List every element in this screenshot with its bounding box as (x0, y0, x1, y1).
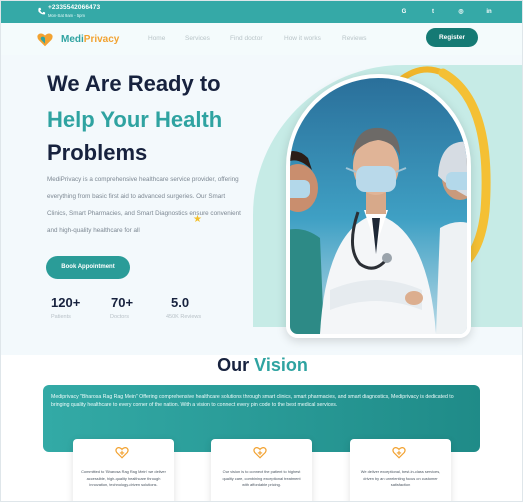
linkedin-icon[interactable]: in (483, 6, 495, 18)
book-appointment-button[interactable]: Book Appointment (46, 256, 130, 279)
stat-reviews-value: 5.0 (171, 295, 190, 310)
stat-reviews-label: 450K Reviews (166, 314, 202, 320)
twitter-icon[interactable]: t (427, 6, 439, 18)
heart-plus-icon (253, 447, 267, 459)
nav-link-home[interactable]: Home (148, 35, 165, 42)
vision-heading: Our Vision (1, 355, 522, 376)
phone-number[interactable]: +2335542066473 (48, 4, 100, 11)
vision-card-3: We deliver exceptional, best-in-class se… (350, 439, 451, 501)
vision-banner-text: Mediprivacy "Bharosa Rag Rag Mein" Offer… (51, 394, 454, 408)
vision-heading-our: Our (217, 355, 250, 375)
instagram-icon[interactable]: ◎ (455, 6, 467, 18)
stat-patients-label: Patients (51, 314, 71, 320)
brand-part-medi: Medi (61, 34, 84, 45)
main-nav: MediPrivacy Home Services Find doctor Ho… (1, 23, 522, 55)
top-bar: +2335542066473 Mon-Sat 9am - 5pm G t ◎ i… (1, 1, 522, 23)
heart-plus-icon (392, 447, 406, 459)
nav-link-find-doctor[interactable]: Find doctor (230, 35, 263, 42)
nav-link-services[interactable]: Services (185, 35, 210, 42)
brand-name[interactable]: MediPrivacy (61, 34, 119, 45)
vision-card-1: Committed to 'Bharosa Rag Rag Mein' we d… (73, 439, 174, 501)
doctors-illustration (290, 78, 467, 334)
hero-description: MediPrivacy is a comprehensive healthcar… (47, 176, 241, 234)
vision-card-2: Our vision is to connect the patient to … (211, 439, 312, 501)
vision-card-3-text: We deliver exceptional, best-in-class se… (360, 469, 441, 487)
vision-card-1-text: Committed to 'Bharosa Rag Rag Mein' we d… (81, 469, 166, 487)
heart-plus-icon (115, 447, 129, 459)
stat-doctors-label: Doctors (110, 314, 129, 320)
hero-heading-line-1: We Are Ready to (47, 71, 221, 96)
google-icon[interactable]: G (398, 6, 410, 18)
stat-patients-value: 120+ (51, 295, 81, 310)
sparkle-icon: ★ (193, 214, 202, 225)
nav-link-reviews[interactable]: Reviews (342, 35, 367, 42)
page: +2335542066473 Mon-Sat 9am - 5pm G t ◎ i… (0, 0, 523, 502)
vision-card-2-text: Our vision is to connect the patient to … (222, 469, 301, 487)
vision-heading-vision: Vision (254, 355, 308, 375)
stat-doctors-value: 70+ (111, 295, 134, 310)
hero-heading-line-2: Help Your Health (47, 107, 223, 132)
hero-doctors-image (286, 74, 471, 338)
hero-heading-line-3: Problems (47, 140, 148, 165)
nav-link-how-it-works[interactable]: How it works (284, 35, 321, 42)
phone-icon (38, 7, 46, 15)
register-button[interactable]: Register (426, 28, 478, 47)
business-hours: Mon-Sat 9am - 5pm (48, 13, 86, 18)
brand-part-privacy: Privacy (83, 34, 120, 45)
logo-heart-icon[interactable] (36, 31, 54, 49)
